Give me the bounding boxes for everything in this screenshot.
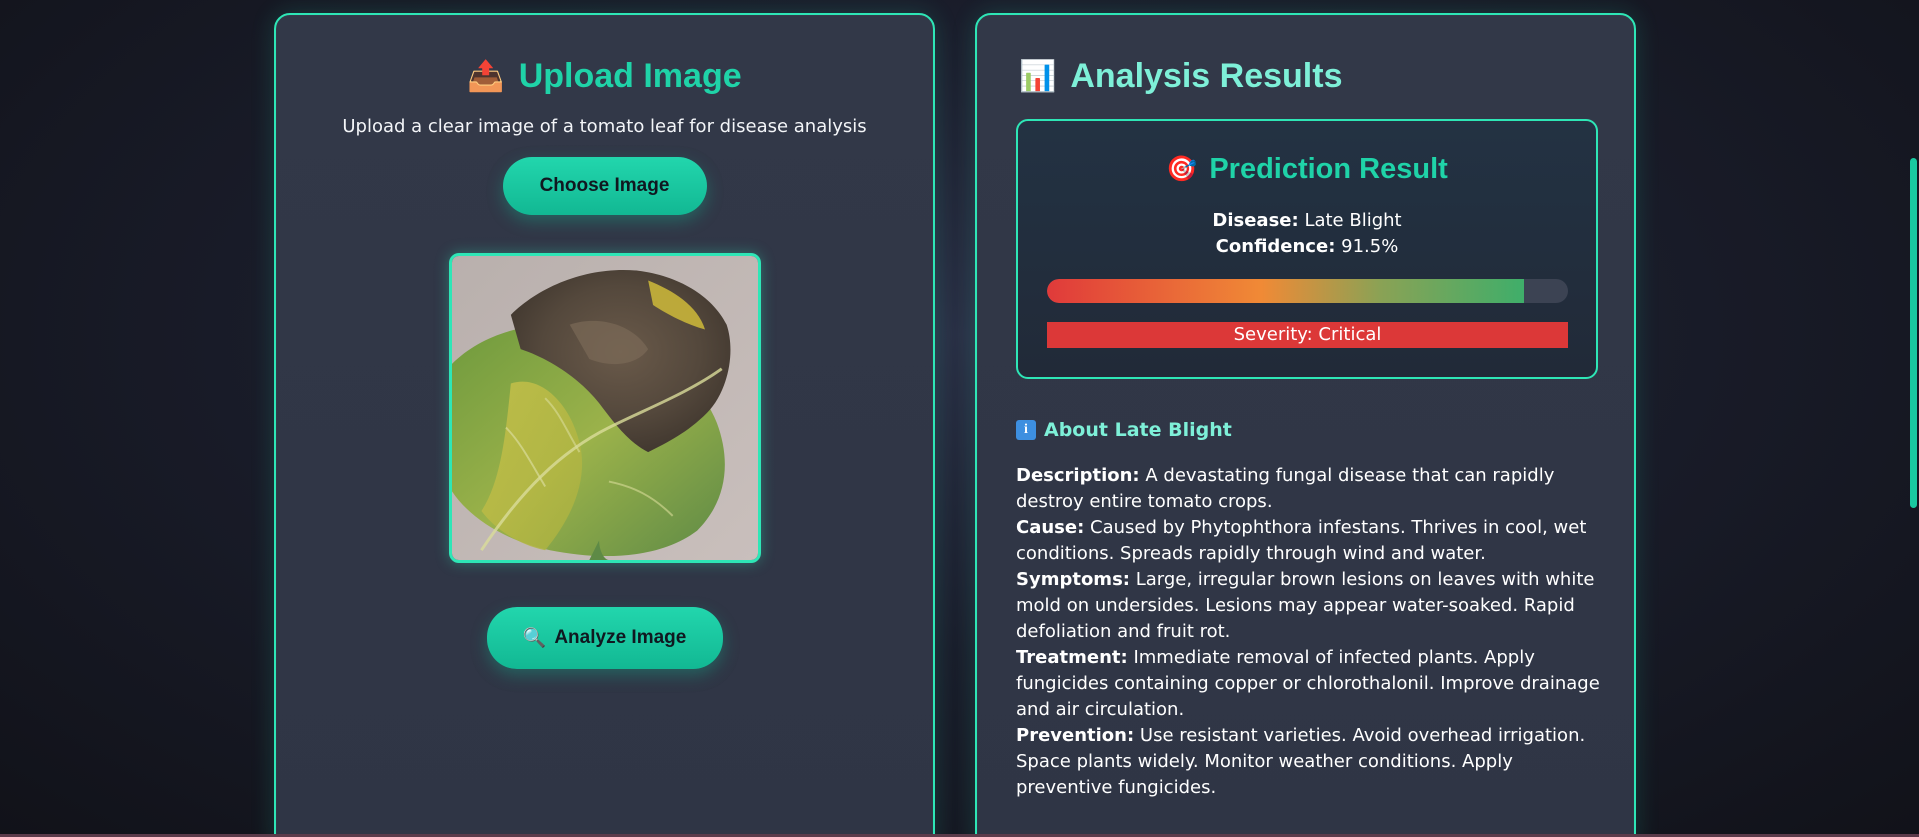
about-prevention: Prevention: Use resistant varieties. Avo… [1016,723,1606,801]
disease-line: Disease: Late Blight [1018,208,1596,234]
cause-label: Cause: [1016,517,1085,538]
upload-panel: 📤 Upload Image Upload a clear image of a… [274,13,935,837]
page: 📤 Upload Image Upload a clear image of a… [0,0,1919,837]
about-title-text: About Late Blight [1044,419,1232,441]
leaf-image-preview [448,253,761,563]
confidence-bar-fill [1047,279,1524,303]
upload-title-text: Upload Image [518,57,742,95]
magnifier-icon: 🔍 [522,628,547,649]
analyze-button-label: Analyze Image [554,627,687,648]
description-label: Description: [1016,465,1140,486]
confidence-bar [1047,279,1568,303]
target-icon: 🎯 [1166,155,1198,183]
scrollbar-thumb[interactable] [1910,158,1917,508]
upload-tray-icon: 📤 [467,59,505,93]
confidence-line: Confidence: 91.5% [1018,234,1596,260]
confidence-label: Confidence: [1215,236,1336,257]
about-cause: Cause: Caused by Phytophthora infestans.… [1016,515,1606,567]
choose-image-button[interactable]: Choose Image [502,157,707,215]
about-details: Description: A devastating fungal diseas… [1016,463,1606,801]
cause-text: Caused by Phytophthora infestans. Thrive… [1016,517,1587,564]
results-panel: 📊 Analysis Results 🎯 Prediction Result D… [975,13,1636,837]
confidence-value: 91.5% [1341,236,1399,257]
prevention-label: Prevention: [1016,725,1135,746]
upload-title: 📤 Upload Image [276,57,933,96]
about-title: i About Late Blight [1016,419,1232,441]
treatment-label: Treatment: [1016,647,1128,668]
upload-subtitle: Upload a clear image of a tomato leaf fo… [342,116,867,137]
analyze-image-button[interactable]: 🔍 Analyze Image [486,607,723,669]
severity-badge: Severity: Critical [1047,322,1568,348]
about-treatment: Treatment: Immediate removal of infected… [1016,645,1606,723]
results-title: 📊 Analysis Results [977,57,1634,96]
prediction-title: 🎯 Prediction Result [1018,153,1596,186]
prediction-title-text: Prediction Result [1209,153,1448,185]
disease-label: Disease: [1212,210,1299,231]
page-scrollbar[interactable] [1909,0,1919,837]
symptoms-label: Symptoms: [1016,569,1130,590]
results-title-text: Analysis Results [1070,57,1343,95]
about-description: Description: A devastating fungal diseas… [1016,463,1606,515]
prediction-result-card: 🎯 Prediction Result Disease: Late Blight… [1016,119,1598,379]
bar-chart-icon: 📊 [1019,59,1057,93]
disease-value: Late Blight [1304,210,1402,231]
info-icon: i [1016,420,1036,440]
tomato-leaf-image [451,256,758,560]
about-symptoms: Symptoms: Large, irregular brown lesions… [1016,567,1606,645]
